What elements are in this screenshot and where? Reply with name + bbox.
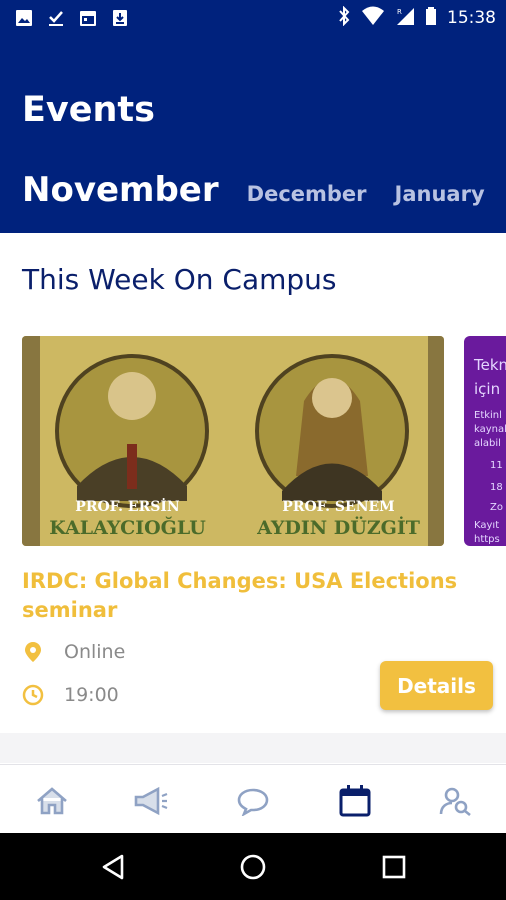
tab-november[interactable]: November [22,170,219,210]
wifi-icon [361,6,385,30]
battery-icon [425,6,437,30]
event-location: Online [64,641,126,663]
page-title: Events [22,90,155,130]
nav-home-icon[interactable] [34,783,70,819]
nav-calendar-icon[interactable] [337,783,373,819]
peek-line: için [474,380,501,398]
peek-line: Etkinl [474,410,502,421]
details-button[interactable]: Details [380,661,493,710]
bluetooth-icon [337,5,351,30]
bottom-nav [0,764,506,834]
event-title[interactable]: IRDC: Global Changes: USA Elections semi… [22,567,462,625]
next-event-card[interactable]: Tekn için Etkinl kaynak alabil 11 18 Zo … [464,336,506,546]
peek-line: Tekn [474,356,506,374]
signal-icon: R [395,6,415,30]
app-header: Events November December January [0,36,506,233]
status-bar: R 15:38 [0,0,506,36]
image-name-2: PROF. SENEM [282,499,395,515]
image-surname-1: KALAYCIOĞLU [49,517,206,539]
event-location-row: Online [22,641,125,663]
peek-line: Zo [490,502,503,513]
event-time: 19:00 [64,684,119,706]
image-icon [14,8,34,28]
section-title: This Week On Campus [22,263,337,296]
recents-square-icon[interactable] [380,853,408,881]
calendar-icon [78,8,98,28]
events-content: This Week On Campus PROF. ERSİN KALAYCIO… [0,233,506,763]
peek-line: 11 [490,460,503,471]
peek-line: 18 [490,482,503,493]
event-image[interactable]: PROF. ERSİN KALAYCIOĞLU PROF. SENEM AYDI… [22,336,444,546]
peek-line: https [474,534,500,545]
event-time-row: 19:00 [22,684,119,706]
image-surname-2: AYDIN DÜZGİT [257,517,420,539]
content-divider [0,733,506,763]
clock: 15:38 [447,8,496,28]
nav-chat-icon[interactable] [235,783,271,819]
download-icon [110,8,130,28]
download-check-icon [46,8,66,28]
month-tabs: November December January [22,170,506,210]
svg-text:R: R [397,8,402,16]
clock-icon [22,684,44,706]
nav-megaphone-icon[interactable] [133,783,169,819]
tab-december[interactable]: December [247,182,367,206]
system-nav-bar [0,833,506,900]
back-icon[interactable] [99,853,127,881]
peek-line: kaynak [474,424,506,435]
image-name-1: PROF. ERSİN [75,499,180,515]
home-circle-icon[interactable] [239,853,267,881]
peek-line: Kayıt [474,520,500,531]
nav-user-search-icon[interactable] [438,783,474,819]
peek-line: alabil [474,438,501,449]
tab-january[interactable]: January [395,182,485,206]
location-pin-icon [22,641,44,663]
